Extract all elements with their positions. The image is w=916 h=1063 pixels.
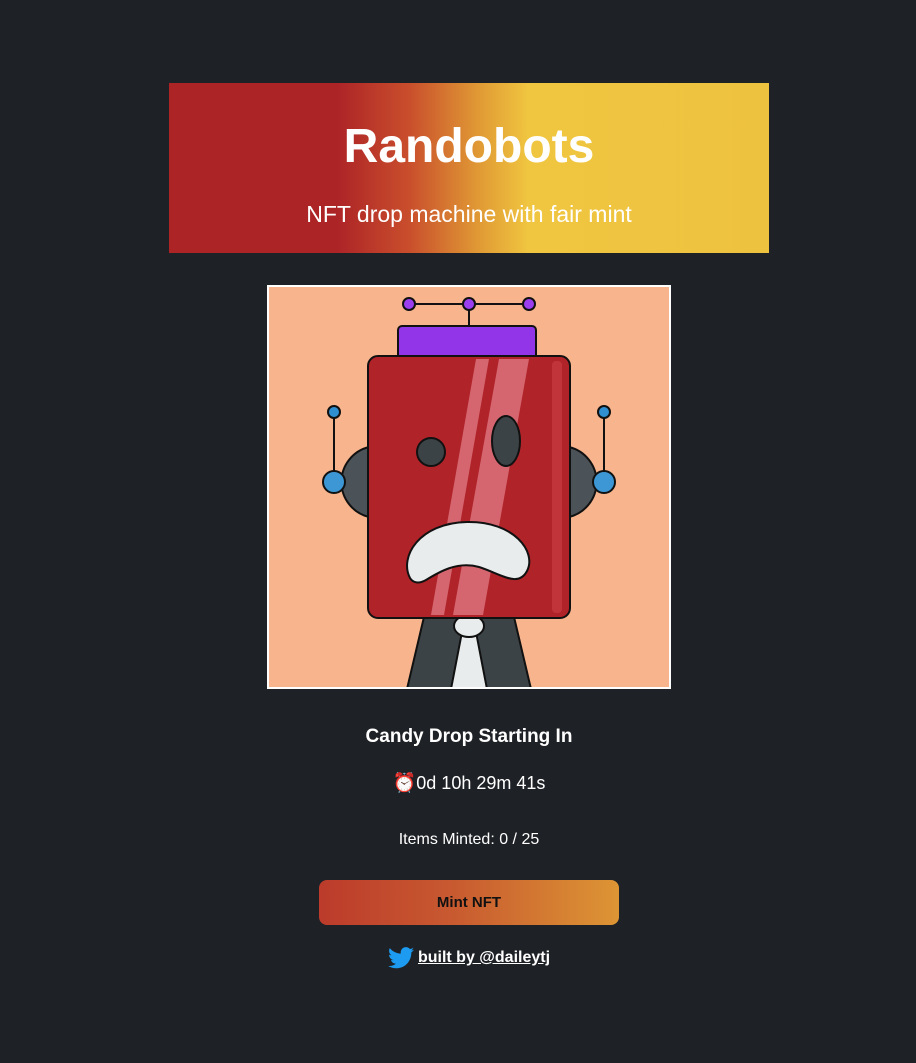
robot-nft-artwork <box>269 287 669 687</box>
page: Randobots NFT drop machine with fair min… <box>0 0 916 1063</box>
page-title: Randobots <box>343 120 595 173</box>
author-link[interactable]: built by @daileytj <box>418 949 550 966</box>
hero-banner: Randobots NFT drop machine with fair min… <box>169 83 769 253</box>
nft-image <box>267 285 671 689</box>
twitter-icon <box>387 947 414 969</box>
drop-status-title: Candy Drop Starting In <box>365 726 573 747</box>
countdown-timer: ⏰0d 10h 29m 41s <box>22 770 916 797</box>
items-minted-count: Items Minted: 0 / 25 <box>398 831 540 848</box>
alarm-clock-icon: ⏰ <box>392 773 417 794</box>
mint-nft-button[interactable]: Mint NFT <box>319 880 619 925</box>
page-subtitle: NFT drop machine with fair mint <box>306 201 632 227</box>
footer: built by @daileytj <box>22 946 916 970</box>
countdown-value: 0d 10h 29m 41s <box>416 773 546 793</box>
